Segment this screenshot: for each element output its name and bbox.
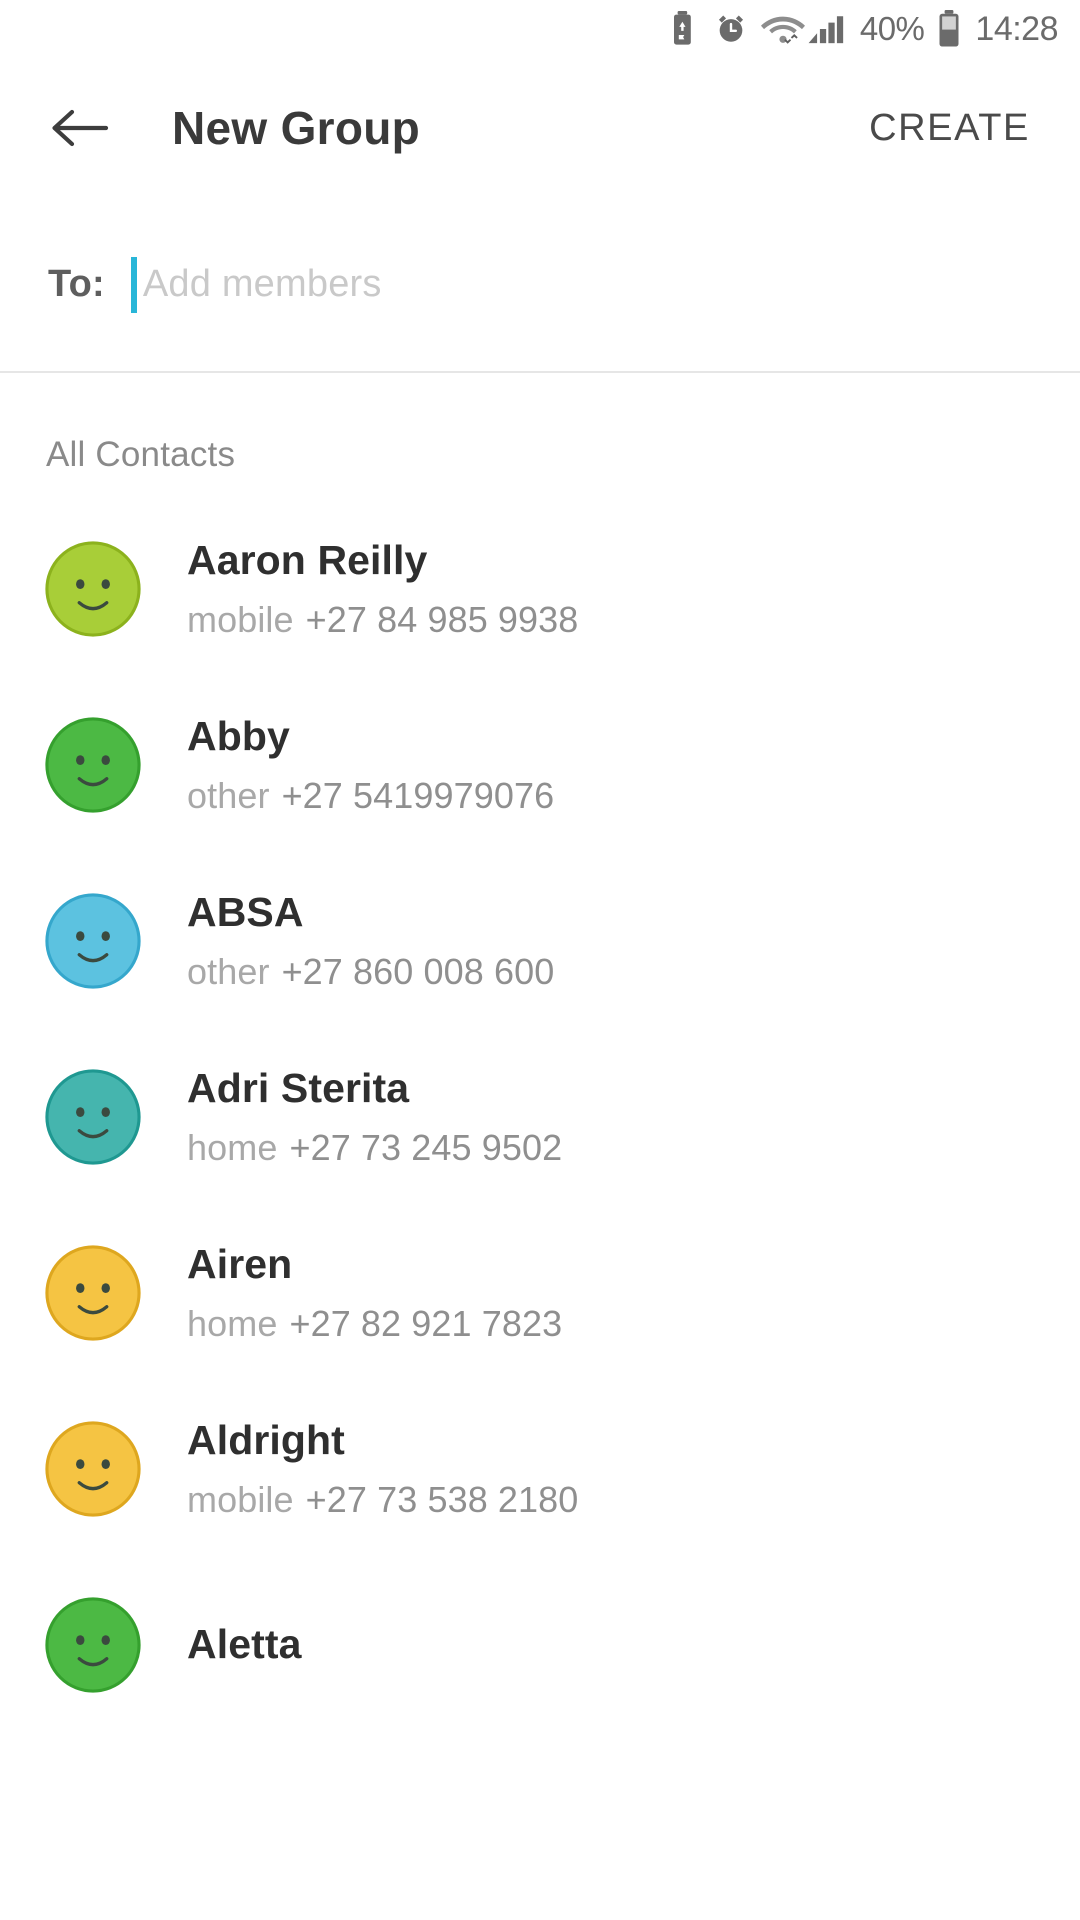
avatar bbox=[44, 892, 142, 990]
contact-phone-number: +27 84 985 9938 bbox=[305, 599, 579, 641]
battery-percent-label: 40% bbox=[859, 10, 925, 47]
avatar bbox=[44, 1596, 142, 1694]
contact-list[interactable]: Aaron Reilly mobile +27 84 985 9938 Abby oth… bbox=[0, 475, 1080, 1733]
contact-row[interactable]: Aldright mobile +27 73 538 2180 bbox=[0, 1381, 1080, 1557]
battery-icon bbox=[937, 10, 961, 48]
contact-row[interactable]: Adri Sterita home +27 73 245 9502 bbox=[0, 1029, 1080, 1205]
contact-phone: mobile +27 84 985 9938 bbox=[187, 600, 578, 640]
status-bar: 40% 14:28 bbox=[0, 0, 1080, 58]
contact-row[interactable]: Aletta bbox=[0, 1557, 1080, 1733]
back-arrow-icon bbox=[52, 109, 109, 147]
to-label: To: bbox=[48, 263, 105, 305]
signal-bars-icon bbox=[807, 12, 847, 46]
status-bar-clock: 14:28 bbox=[975, 9, 1058, 48]
avatar bbox=[44, 1068, 142, 1166]
contact-row[interactable]: Airen home +27 82 921 7823 bbox=[0, 1205, 1080, 1381]
contact-text: Aletta bbox=[187, 1621, 302, 1668]
contact-name: Airen bbox=[187, 1241, 293, 1288]
contact-text: Airen home +27 82 921 7823 bbox=[187, 1241, 562, 1344]
contact-phone-type: home bbox=[187, 1127, 278, 1169]
contact-phone: home +27 82 921 7823 bbox=[187, 1304, 562, 1344]
contact-phone-number: +27 860 008 600 bbox=[281, 951, 555, 993]
contact-row[interactable]: ABSA other +27 860 008 600 bbox=[0, 853, 1080, 1029]
text-caret bbox=[130, 256, 137, 313]
contact-text: Aldright mobile +27 73 538 2180 bbox=[187, 1417, 578, 1520]
avatar bbox=[44, 1244, 142, 1342]
add-members-placeholder: Add members bbox=[142, 263, 382, 305]
contact-name: Abby bbox=[187, 713, 290, 760]
contact-text: Adri Sterita home +27 73 245 9502 bbox=[187, 1065, 562, 1168]
avatar bbox=[44, 540, 142, 638]
contact-name: Aaron Reilly bbox=[187, 537, 428, 584]
contact-phone: mobile +27 73 538 2180 bbox=[187, 1480, 578, 1520]
contact-row[interactable]: Aaron Reilly mobile +27 84 985 9938 bbox=[0, 501, 1080, 677]
contact-phone: other +27 860 008 600 bbox=[187, 952, 554, 992]
contact-row[interactable]: Abby other +27 5419979076 bbox=[0, 677, 1080, 853]
contact-name: ABSA bbox=[187, 889, 304, 936]
contact-phone: other +27 5419979076 bbox=[187, 776, 554, 816]
avatar bbox=[44, 1420, 142, 1518]
contact-phone-number: +27 5419979076 bbox=[281, 775, 555, 817]
contact-text: ABSA other +27 860 008 600 bbox=[187, 889, 554, 992]
contact-name: Aletta bbox=[187, 1621, 302, 1668]
contact-phone-number: +27 73 538 2180 bbox=[305, 1479, 579, 1521]
battery-saver-icon bbox=[671, 11, 701, 47]
app-bar: New Group CREATE bbox=[0, 58, 1080, 198]
contact-phone-number: +27 73 245 9502 bbox=[289, 1127, 563, 1169]
all-contacts-header: All Contacts bbox=[46, 435, 236, 474]
add-members-input[interactable]: Add members bbox=[130, 253, 1032, 317]
page-title: New Group bbox=[172, 102, 421, 154]
contact-phone-type: other bbox=[187, 775, 270, 817]
to-field-row[interactable]: To: Add members bbox=[0, 198, 1080, 373]
avatar bbox=[44, 716, 142, 814]
contact-phone: home +27 73 245 9502 bbox=[187, 1128, 562, 1168]
contact-phone-type: mobile bbox=[187, 599, 294, 641]
contact-phone-number: +27 82 921 7823 bbox=[289, 1303, 563, 1345]
contact-text: Abby other +27 5419979076 bbox=[187, 713, 554, 816]
contact-phone-type: other bbox=[187, 951, 270, 993]
contact-phone-type: home bbox=[187, 1303, 278, 1345]
contact-phone-type: mobile bbox=[187, 1479, 294, 1521]
alarm-clock-icon bbox=[714, 12, 748, 46]
create-button[interactable]: CREATE bbox=[865, 97, 1034, 160]
contact-text: Aaron Reilly mobile +27 84 985 9938 bbox=[187, 537, 578, 640]
contact-name: Adri Sterita bbox=[187, 1065, 410, 1112]
wifi-icon bbox=[760, 12, 805, 46]
contact-name: Aldright bbox=[187, 1417, 345, 1464]
back-button[interactable] bbox=[48, 97, 110, 159]
